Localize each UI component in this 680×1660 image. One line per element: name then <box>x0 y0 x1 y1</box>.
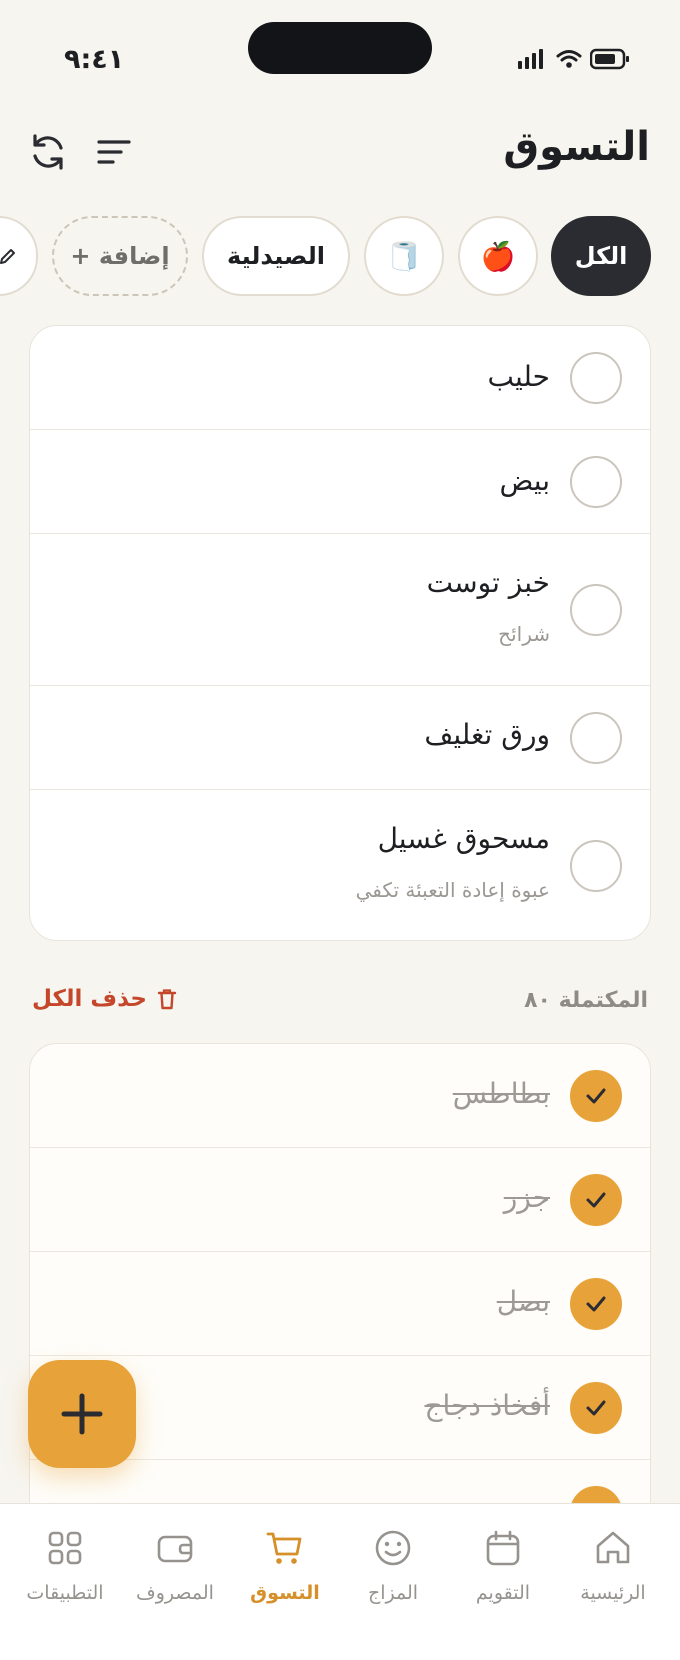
item-name: ورق تغليف <box>424 718 550 751</box>
tab-apps[interactable]: التطبيقات <box>10 1520 120 1630</box>
status-icons <box>518 48 630 70</box>
chip-household[interactable]: 🧻 <box>364 216 444 296</box>
shopping-screen: ٩:٤١ التسوق الكل 🍎 🧻 الصيدلية + إضافة حل… <box>0 0 680 1660</box>
item-note: عبوة إعادة التعبئة تكفي <box>355 878 550 902</box>
tab-calendar-label: التقويم <box>475 1582 531 1604</box>
item-name: بصل <box>496 1285 550 1318</box>
completed-item[interactable]: بصل <box>30 1252 650 1356</box>
tab-mood-label: المزاج <box>367 1582 419 1604</box>
chip-produce[interactable]: 🍎 <box>458 216 538 296</box>
completed-items-list: بطاطس جزر بصل أفخاذ دجاج <box>29 1043 651 1563</box>
item-checkbox-checked[interactable] <box>570 1070 622 1122</box>
item-name: بطاطس <box>452 1077 550 1110</box>
chip-pharmacy[interactable]: الصيدلية <box>202 216 350 296</box>
paper-towel-icon: 🧻 <box>386 239 422 273</box>
edit-categories-chip[interactable] <box>0 216 38 296</box>
refresh-icon <box>33 134 63 170</box>
item-checkbox[interactable] <box>570 352 622 404</box>
list-item[interactable]: خبز توست شرائح <box>30 534 650 686</box>
tab-mood[interactable]: المزاج <box>338 1520 448 1630</box>
active-items-list: حليب بيض خبز توست شرائح ورق تغليف مسحوق … <box>29 325 651 941</box>
item-checkbox[interactable] <box>570 584 622 636</box>
wallet-icon <box>157 1535 193 1563</box>
list-item[interactable]: ورق تغليف <box>30 686 650 790</box>
wifi-icon <box>556 50 582 68</box>
smile-icon <box>375 1530 411 1566</box>
add-category-chip[interactable]: + إضافة <box>52 216 188 296</box>
cart-icon <box>266 1532 302 1564</box>
clear-all-label: حذف الكل <box>32 986 148 1012</box>
tab-shopping-label: التسوق <box>250 1582 320 1604</box>
completed-item[interactable]: بطاطس <box>30 1044 650 1148</box>
page-title: التسوق <box>503 124 650 170</box>
completed-item[interactable]: جزر <box>30 1148 650 1252</box>
plus-icon <box>61 1393 103 1435</box>
apple-icon: 🍎 <box>480 239 516 273</box>
add-category-label: + إضافة <box>70 242 170 270</box>
checkmark-icon <box>586 1296 606 1312</box>
cellular-signal-icon <box>518 49 543 69</box>
tab-home-label: الرئيسية <box>580 1582 646 1604</box>
chip-pharmacy-label: الصيدلية <box>227 242 325 270</box>
apps-grid-icon <box>48 1531 82 1565</box>
clear-all-button[interactable]: حذف الكل <box>32 986 177 1012</box>
list-item[interactable]: حليب <box>30 326 650 430</box>
dynamic-island <box>248 22 432 74</box>
item-name: بيض <box>499 464 550 497</box>
item-name: خبز توست <box>426 566 550 599</box>
status-time: ٩:٤١ <box>64 44 125 75</box>
tab-calendar[interactable]: التقويم <box>448 1520 558 1630</box>
chip-all-label: الكل <box>574 242 628 270</box>
add-item-fab[interactable] <box>28 1360 136 1468</box>
bottom-tab-bar: الرئيسية التقويم المزاج التسوق المصروف ا… <box>0 1503 680 1660</box>
tab-apps-label: التطبيقات <box>26 1582 104 1604</box>
completed-section-header: المكتملة ٨٠ حذف الكل <box>0 984 680 1024</box>
tab-expenses-label: المصروف <box>136 1582 214 1604</box>
item-checkbox[interactable] <box>570 712 622 764</box>
sort-icon <box>97 140 131 164</box>
item-note: شرائح <box>498 622 550 646</box>
tab-expenses[interactable]: المصروف <box>120 1520 230 1630</box>
sort-button[interactable] <box>92 130 136 174</box>
refresh-button[interactable] <box>26 130 70 174</box>
tab-shopping[interactable]: التسوق <box>230 1520 340 1630</box>
item-name: جزر <box>503 1181 550 1214</box>
item-checkbox[interactable] <box>570 456 622 508</box>
battery-icon <box>590 48 629 70</box>
home-icon <box>596 1531 630 1564</box>
page-header: التسوق <box>0 120 680 186</box>
item-checkbox-checked[interactable] <box>570 1278 622 1330</box>
completed-count-label: المكتملة ٨٠ <box>524 988 648 1013</box>
pencil-icon <box>0 249 15 264</box>
item-checkbox[interactable] <box>570 840 622 892</box>
item-name: مسحوق غسيل <box>377 822 550 855</box>
checkmark-icon <box>586 1192 606 1208</box>
chip-all[interactable]: الكل <box>551 216 651 296</box>
list-item[interactable]: مسحوق غسيل عبوة إعادة التعبئة تكفي <box>30 790 650 940</box>
tab-home[interactable]: الرئيسية <box>558 1520 668 1630</box>
checkmark-icon <box>586 1088 606 1104</box>
item-name: حليب <box>487 360 550 393</box>
checkmark-icon <box>586 1400 606 1416</box>
trash-icon <box>157 989 177 1010</box>
item-name: أفخاذ دجاج <box>424 1389 550 1422</box>
status-bar: ٩:٤١ <box>0 0 680 100</box>
filter-chips: الكل 🍎 🧻 الصيدلية + إضافة <box>0 216 680 298</box>
item-checkbox-checked[interactable] <box>570 1382 622 1434</box>
item-checkbox-checked[interactable] <box>570 1174 622 1226</box>
calendar-icon <box>486 1530 520 1566</box>
list-item[interactable]: بيض <box>30 430 650 534</box>
